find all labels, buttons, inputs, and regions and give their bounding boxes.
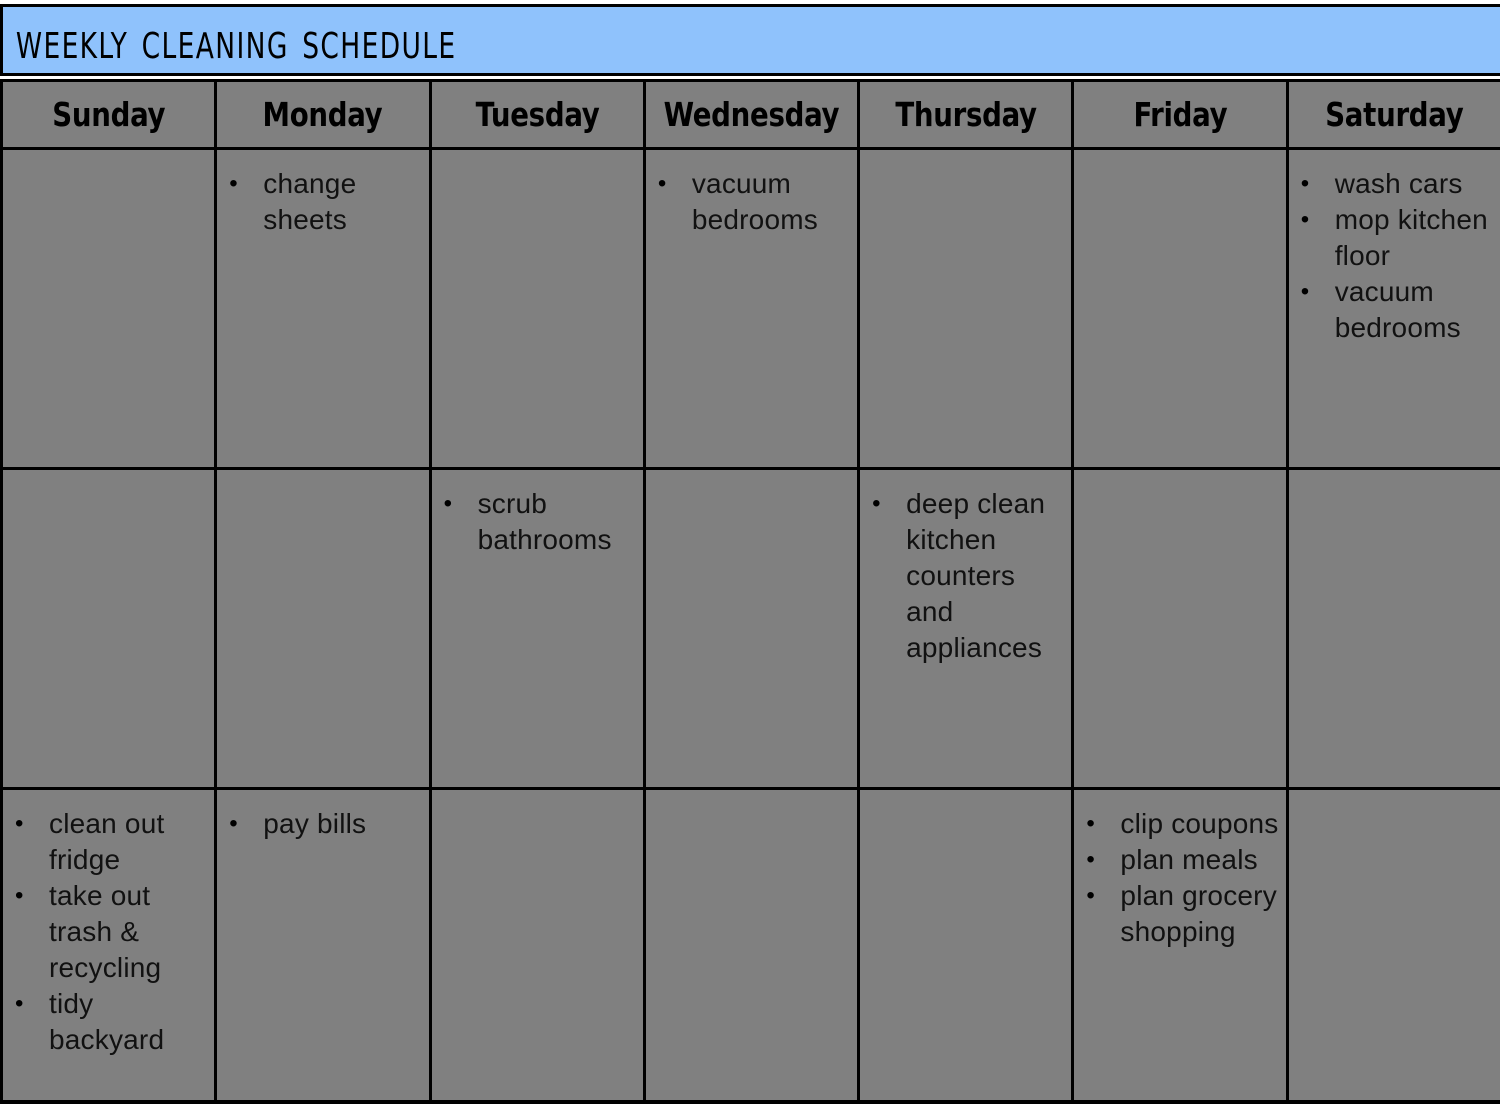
schedule-cell-thursday-row1[interactable] (857, 147, 1072, 467)
page-title: weekly cleaning schedule (15, 9, 457, 71)
schedule-cell-wednesday-row3[interactable] (642, 787, 858, 1104)
column-header-label: Monday (262, 95, 383, 134)
schedule-cell-monday-row3[interactable]: pay bills (214, 787, 429, 1104)
schedule-cell-friday-row2[interactable] (1071, 467, 1286, 787)
column-header-sunday: Sunday (0, 79, 215, 147)
schedule-cell-thursday-row3[interactable] (857, 787, 1072, 1104)
task-list: clean out fridgetake out trash & recycli… (3, 790, 214, 1064)
column-header-label: Sunday (52, 95, 166, 134)
schedule-cell-thursday-row2[interactable]: deep clean kitchen counters and applianc… (857, 467, 1072, 787)
task-item[interactable]: scrub bathrooms (432, 486, 637, 558)
task-item[interactable]: change sheets (217, 166, 422, 238)
schedule-cell-sunday-row1[interactable] (0, 147, 215, 467)
empty-cell (432, 150, 643, 467)
schedule-cell-monday-row2[interactable] (214, 467, 429, 787)
task-list: vacuum bedrooms (646, 150, 857, 244)
column-header-label: Tuesday (475, 95, 600, 134)
schedule-cell-sunday-row2[interactable] (0, 467, 215, 787)
column-header-label: Friday (1133, 95, 1227, 134)
task-list: clip couponsplan mealsplan grocery shopp… (1074, 790, 1285, 956)
schedule-cell-saturday-row2[interactable] (1285, 467, 1500, 787)
empty-cell (217, 470, 428, 787)
task-item[interactable]: clean out fridge (3, 806, 208, 878)
task-item[interactable]: tidy backyard (3, 986, 208, 1058)
task-item[interactable]: wash cars (1289, 166, 1494, 202)
weekly-cleaning-schedule-sheet: weekly cleaning schedule Sunday Monday T… (0, 0, 1500, 1107)
task-item[interactable]: vacuum bedrooms (1289, 274, 1494, 346)
schedule-grid: Sunday Monday Tuesday Wednesday Thursday… (0, 79, 1500, 1104)
column-header-thursday: Thursday (857, 79, 1072, 147)
task-item[interactable]: pay bills (217, 806, 422, 842)
schedule-cell-tuesday-row3[interactable] (428, 787, 643, 1104)
column-header-friday: Friday (1071, 79, 1286, 147)
schedule-cell-friday-row3[interactable]: clip couponsplan mealsplan grocery shopp… (1071, 787, 1286, 1104)
schedule-cell-tuesday-row1[interactable] (428, 147, 643, 467)
schedule-cell-tuesday-row2[interactable]: scrub bathrooms (428, 467, 643, 787)
task-list: pay bills (217, 790, 428, 848)
schedule-cell-saturday-row3[interactable] (1285, 787, 1500, 1104)
column-header-tuesday: Tuesday (428, 79, 643, 147)
empty-cell (1289, 790, 1500, 1100)
column-header-label: Wednesday (663, 95, 840, 134)
task-list: wash carsmop kitchen floorvacuum bedroom… (1289, 150, 1500, 352)
schedule-cell-wednesday-row2[interactable] (642, 467, 858, 787)
empty-cell (860, 150, 1071, 467)
empty-cell (1074, 470, 1285, 787)
column-header-saturday: Saturday (1285, 79, 1500, 147)
task-item[interactable]: plan grocery shopping (1074, 878, 1279, 950)
task-list: scrub bathrooms (432, 470, 643, 564)
task-item[interactable]: vacuum bedrooms (646, 166, 851, 238)
schedule-cell-sunday-row3[interactable]: clean out fridgetake out trash & recycli… (0, 787, 215, 1104)
empty-cell (860, 790, 1071, 1100)
empty-cell (646, 470, 857, 787)
empty-cell (1289, 470, 1500, 787)
column-header-label: Thursday (895, 95, 1037, 134)
schedule-cell-wednesday-row1[interactable]: vacuum bedrooms (642, 147, 858, 467)
task-item[interactable]: plan meals (1074, 842, 1279, 878)
schedule-cell-friday-row1[interactable] (1071, 147, 1286, 467)
task-item[interactable]: take out trash & recycling (3, 878, 208, 986)
schedule-cell-saturday-row1[interactable]: wash carsmop kitchen floorvacuum bedroom… (1285, 147, 1500, 467)
title-banner: weekly cleaning schedule (0, 4, 1500, 76)
column-header-monday: Monday (214, 79, 429, 147)
task-list: change sheets (217, 150, 428, 244)
column-header-wednesday: Wednesday (642, 79, 858, 147)
empty-cell (3, 150, 214, 467)
empty-cell (3, 470, 214, 787)
task-item[interactable]: clip coupons (1074, 806, 1279, 842)
task-item[interactable]: deep clean kitchen counters and applianc… (860, 486, 1065, 666)
task-item[interactable]: mop kitchen floor (1289, 202, 1494, 274)
empty-cell (432, 790, 643, 1100)
task-list: deep clean kitchen counters and applianc… (860, 470, 1071, 672)
column-header-label: Saturday (1325, 95, 1464, 134)
empty-cell (1074, 150, 1285, 467)
schedule-cell-monday-row1[interactable]: change sheets (214, 147, 429, 467)
empty-cell (646, 790, 857, 1100)
